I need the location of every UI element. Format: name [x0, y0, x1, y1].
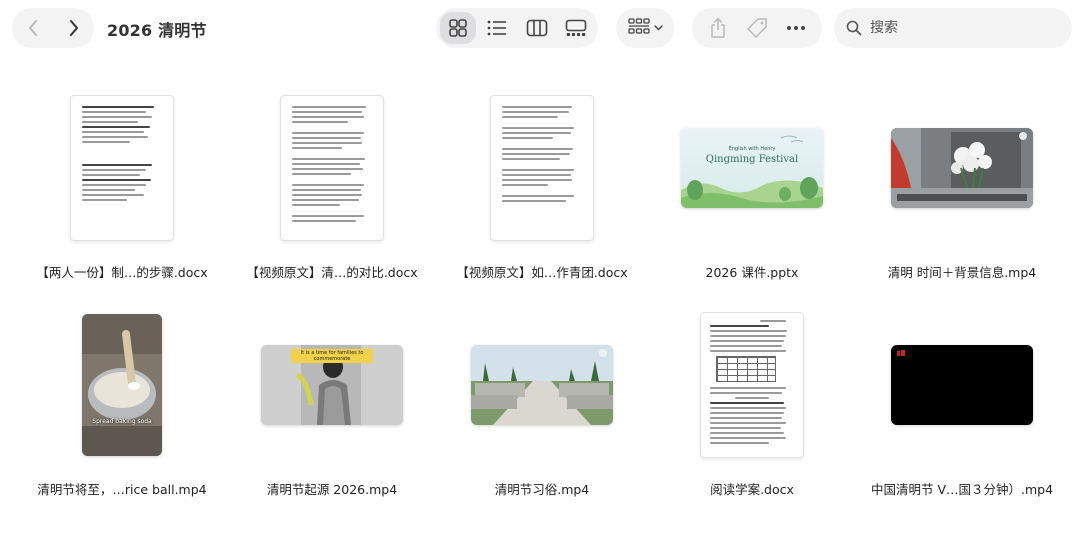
docx-thumbnail [71, 96, 173, 240]
slide-title: Qingming Festival [705, 154, 799, 165]
video-caption: Spread baking soda [92, 418, 152, 425]
forward-icon [69, 20, 78, 36]
search-input[interactable] [870, 20, 1050, 36]
file-name: 清明 时间＋背景信息.mp4 [887, 265, 1037, 280]
file-item[interactable]: English with Henry Qingming Festival 202… [647, 88, 857, 288]
video-thumbnail [891, 128, 1033, 208]
file-name: 【视频原文】如…作青团.docx [456, 265, 628, 280]
video-thumbnail [471, 345, 613, 425]
back-icon [28, 20, 37, 36]
file-name: 【视频原文】清…的对比.docx [246, 265, 418, 280]
pptx-thumbnail: English with Henry Qingming Festival [681, 128, 823, 208]
chevron-down-icon [653, 25, 663, 31]
file-item[interactable]: Spread baking soda 清明节将至，…rice ball.mp4 [17, 305, 227, 505]
video-caption: It is a time for families to commemorate [291, 349, 373, 363]
column-view-button[interactable] [519, 12, 555, 44]
list-view-button[interactable] [480, 12, 516, 44]
more-button[interactable] [780, 12, 812, 44]
baking-scene [82, 314, 162, 456]
icon-view-button[interactable] [440, 12, 476, 44]
file-item[interactable]: 【视频原文】如…作青团.docx [437, 88, 647, 288]
share-button[interactable] [702, 12, 734, 44]
video-thumbnail [891, 345, 1033, 425]
tag-icon [747, 18, 767, 38]
group-by-button[interactable] [616, 8, 674, 48]
file-item[interactable]: 清明 时间＋背景信息.mp4 [857, 88, 1067, 288]
file-name: 2026 课件.pptx [705, 265, 799, 280]
navigation-controls [12, 8, 94, 48]
grid-icon [448, 19, 467, 37]
gallery-view-button[interactable] [559, 12, 595, 44]
file-item[interactable]: It is a time for families to commemorate… [227, 305, 437, 505]
back-button[interactable] [12, 8, 53, 48]
docx-thumbnail [491, 96, 593, 240]
gallery-icon [565, 19, 587, 36]
window-title: 2026 清明节 [107, 21, 207, 40]
slide-hills-illustration [681, 135, 823, 208]
file-item[interactable]: 清明节习俗.mp4 [437, 305, 647, 505]
tag-button[interactable] [741, 12, 773, 44]
file-item[interactable]: 中国清明节 V…国３分钟）.mp4 [857, 305, 1067, 505]
file-name: 清明节起源 2026.mp4 [266, 482, 398, 497]
toolbar: 2026 清明节 [0, 0, 1080, 58]
columns-icon [526, 19, 548, 37]
group-grid-icon [627, 18, 650, 34]
list-icon [487, 20, 507, 36]
red-logo-mark [897, 350, 905, 356]
video-thumbnail: Spread baking soda [82, 314, 162, 456]
action-buttons [692, 8, 822, 48]
slide-kicker: English with Henry [728, 146, 776, 152]
file-name: 清明节将至，…rice ball.mp4 [37, 482, 207, 497]
docx-thumbnail [701, 313, 803, 457]
file-name: 【两人一份】制…的步骤.docx [36, 265, 208, 280]
forward-button[interactable] [53, 8, 94, 48]
search-field[interactable] [834, 8, 1072, 48]
docx-thumbnail [281, 96, 383, 240]
cemetery-path-scene [471, 345, 613, 425]
file-item[interactable]: 【两人一份】制…的步骤.docx [17, 88, 227, 288]
tomb-flowers-scene [891, 128, 1033, 208]
search-icon [846, 20, 862, 36]
file-name: 阅读学案.docx [710, 482, 794, 497]
file-item[interactable]: 【视频原文】清…的对比.docx [227, 88, 437, 288]
file-name: 中国清明节 V…国３分钟）.mp4 [870, 482, 1054, 497]
file-item[interactable]: 阅读学案.docx [647, 305, 857, 505]
more-icon [787, 26, 806, 30]
share-icon [710, 17, 725, 38]
file-name: 清明节习俗.mp4 [494, 482, 590, 497]
view-switcher [436, 8, 598, 48]
video-thumbnail: It is a time for families to commemorate [261, 345, 403, 425]
